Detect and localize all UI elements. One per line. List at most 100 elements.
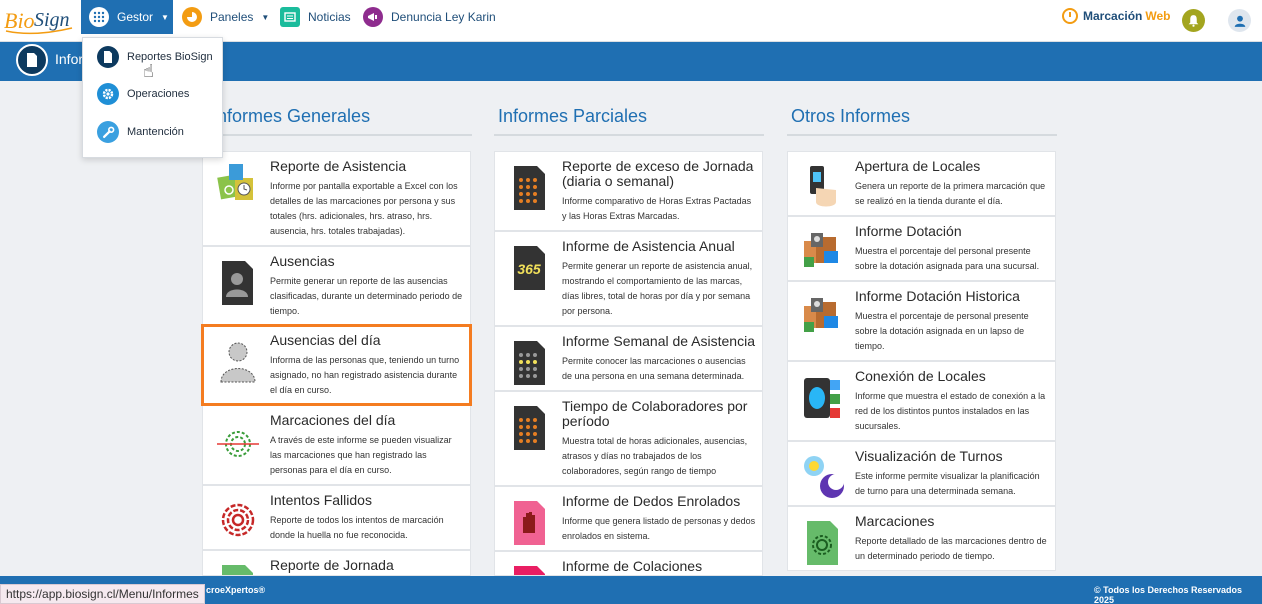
section-title-otros-informes: Otros Informes bbox=[791, 106, 911, 126]
report-card-reporte-asistencia[interactable]: Reporte de Asistencia Informe por pantal… bbox=[202, 151, 471, 246]
hand-document-icon bbox=[514, 501, 545, 545]
absent-person-icon bbox=[220, 342, 256, 383]
report-card-description: Permite generar un reporte de las ausenc… bbox=[270, 276, 463, 316]
report-card-marcaciones[interactable]: Marcaciones Reporte detallado de las mar… bbox=[787, 506, 1056, 571]
report-card-description: Reporte detallado de las marcaciones den… bbox=[855, 536, 1047, 561]
nav-gestor-label: Gestor bbox=[117, 10, 154, 24]
report-card-description: Informe por pantalla exportable a Excel … bbox=[270, 181, 458, 236]
section-title-informes-generales: Informes Generales bbox=[212, 106, 371, 126]
calculator-document-icon bbox=[514, 406, 545, 450]
report-card-conexion-locales[interactable]: Conexión de Locales Informe que muestra … bbox=[787, 361, 1056, 441]
report-card-description: Permite generar un reporte de asistencia… bbox=[562, 261, 753, 316]
report-card-description: Reporte de todos los intentos de marcaci… bbox=[270, 515, 444, 540]
staff-folder-icon bbox=[804, 233, 838, 267]
bell-icon[interactable] bbox=[1182, 9, 1205, 32]
report-card-description: Informe comparativo de Horas Extras Pact… bbox=[562, 196, 752, 221]
gestor-dropdown-menu: Reportes BioSign Operaciones Mantención bbox=[82, 37, 223, 158]
menu-item-label: Operaciones bbox=[127, 88, 190, 100]
report-card-asistencia-anual[interactable]: 365 Informe de Asistencia Anual Permite … bbox=[494, 231, 763, 326]
report-card-title: Reporte de Jornada bbox=[270, 557, 394, 573]
document-icon bbox=[16, 44, 48, 76]
report-card-title: Marcaciones del día bbox=[270, 412, 396, 428]
red-fingerprint-icon bbox=[221, 503, 255, 537]
report-card-title: Visualización de Turnos bbox=[855, 448, 1003, 464]
marcacion-label: Marcación bbox=[1083, 9, 1143, 23]
report-card-ausencias-del-dia[interactable]: Ausencias del día Informa de las persona… bbox=[201, 324, 472, 406]
report-card-informe-dotacion[interactable]: Informe Dotación Muestra el porcentaje d… bbox=[787, 216, 1056, 281]
report-card-title: Informe de Dedos Enrolados bbox=[562, 493, 741, 509]
device-status-icon bbox=[804, 378, 840, 418]
calculator-document-icon bbox=[514, 341, 545, 385]
marcacion-web-link[interactable]: Marcación Web bbox=[1062, 8, 1170, 24]
fingerprint-scan-icon bbox=[217, 431, 259, 457]
mouse-pointer-hand-icon: ☝ bbox=[143, 61, 154, 81]
report-card-title: Ausencias del día bbox=[270, 332, 381, 348]
report-card-description: Muestra el porcentaje del personal prese… bbox=[855, 246, 1040, 271]
calendar-clock-fingerprint-icon bbox=[217, 164, 253, 200]
report-card-description: A través de este informe se pueden visua… bbox=[270, 435, 452, 475]
footer-copyright: © Todos los Derechos Reservados 2025 bbox=[1094, 585, 1243, 604]
report-card-dotacion-historica[interactable]: Informe Dotación Historica Muestra el po… bbox=[787, 281, 1056, 361]
hand-device-icon bbox=[810, 166, 836, 207]
chevron-down-icon: ▼ bbox=[261, 12, 270, 22]
clock-icon bbox=[1062, 8, 1078, 24]
menu-item-operaciones[interactable]: Operaciones bbox=[83, 79, 222, 109]
document-icon bbox=[97, 46, 119, 68]
footer-company: croeXpertos® bbox=[206, 585, 266, 595]
report-card-title: Marcaciones bbox=[855, 513, 935, 529]
report-card-title: Informe Dotación Historica bbox=[855, 288, 1020, 304]
report-card-semanal-asistencia[interactable]: Informe Semanal de Asistencia Permite co… bbox=[494, 326, 763, 391]
svg-text:Bio: Bio bbox=[4, 8, 35, 33]
report-card-reporte-jornada[interactable]: Reporte de Jornada bbox=[202, 550, 471, 576]
report-card-description: Informe que muestra el estado de conexió… bbox=[855, 391, 1046, 431]
report-card-description: Permite conocer las marcaciones o ausenc… bbox=[562, 356, 746, 381]
calculator-document-icon bbox=[514, 166, 545, 210]
report-card-title: Informe Semanal de Asistencia bbox=[562, 333, 755, 349]
report-card-title: Reporte de exceso de Jornada (diaria o s… bbox=[562, 158, 754, 189]
report-card-title: Reporte de Asistencia bbox=[270, 158, 407, 174]
newspaper-icon bbox=[280, 7, 300, 27]
report-card-description: Informa de las personas que, teniendo un… bbox=[270, 355, 460, 395]
report-card-ausencias[interactable]: Ausencias Permite generar un reporte de … bbox=[202, 246, 471, 325]
chevron-down-icon: ▼ bbox=[161, 12, 169, 22]
report-card-exceso-jornada[interactable]: Reporte de exceso de Jornada (diaria o s… bbox=[494, 151, 763, 231]
nav-denuncia-label: Denuncia Ley Karin bbox=[391, 10, 496, 24]
report-card-tiempo-colaboradores[interactable]: Tiempo de Colaboradores por período Mues… bbox=[494, 391, 763, 486]
report-card-visualizacion-turnos[interactable]: Visualización de Turnos Este informe per… bbox=[787, 441, 1056, 506]
nav-paneles[interactable]: Paneles ▼ bbox=[182, 0, 269, 34]
menu-item-mantencion[interactable]: Mantención bbox=[83, 117, 222, 147]
report-card-dedos-enrolados[interactable]: Informe de Dedos Enrolados Informe que g… bbox=[494, 486, 763, 551]
grid-icon bbox=[89, 7, 109, 27]
user-avatar-icon[interactable] bbox=[1228, 9, 1251, 32]
menu-item-label: Reportes BioSign bbox=[127, 51, 213, 63]
nav-noticias-label: Noticias bbox=[308, 10, 351, 24]
person-document-icon bbox=[222, 261, 253, 305]
report-card-description: Informe que genera listado de personas y… bbox=[562, 516, 756, 541]
sun-moon-icon bbox=[804, 456, 844, 498]
nav-denuncia[interactable]: Denuncia Ley Karin bbox=[363, 0, 496, 34]
svg-text:Sign: Sign bbox=[34, 9, 70, 31]
report-card-description: Muestra el porcentaje de personal presen… bbox=[855, 311, 1029, 351]
pink-document-icon bbox=[514, 566, 545, 575]
report-card-title: Informe de Asistencia Anual bbox=[562, 238, 735, 254]
report-card-description: Este informe permite visualizar la plani… bbox=[855, 471, 1040, 496]
report-card-apertura-locales[interactable]: Apertura de Locales Genera un reporte de… bbox=[787, 151, 1056, 216]
report-card-title: Informe Dotación bbox=[855, 223, 962, 239]
report-card-description: Genera un reporte de la primera marcació… bbox=[855, 181, 1046, 206]
report-card-description: Muestra total de horas adicionales, ause… bbox=[562, 436, 748, 476]
report-card-title: Ausencias bbox=[270, 253, 335, 269]
report-card-intentos-fallidos[interactable]: Intentos Fallidos Reporte de todos los i… bbox=[202, 485, 471, 550]
report-card-title: Intentos Fallidos bbox=[270, 492, 372, 508]
status-bar-url: https://app.biosign.cl/Menu/Informes bbox=[0, 584, 205, 604]
nav-paneles-label: Paneles bbox=[210, 10, 254, 24]
report-card-title: Informe de Colaciones bbox=[562, 558, 703, 574]
marcacion-web-label: Web bbox=[1145, 9, 1171, 23]
staff-folder-icon bbox=[804, 298, 838, 332]
report-card-marcaciones-del-dia[interactable]: Marcaciones del día A través de este inf… bbox=[202, 405, 471, 485]
biosign-logo[interactable]: Bio Sign bbox=[4, 4, 76, 36]
report-card-title: Tiempo de Colaboradores por período bbox=[562, 398, 748, 429]
report-card-colaciones[interactable]: Informe de Colaciones bbox=[494, 551, 763, 576]
gear-icon bbox=[97, 83, 119, 105]
nav-noticias[interactable]: Noticias bbox=[280, 0, 351, 34]
nav-gestor[interactable]: Gestor ▼ bbox=[81, 0, 173, 34]
